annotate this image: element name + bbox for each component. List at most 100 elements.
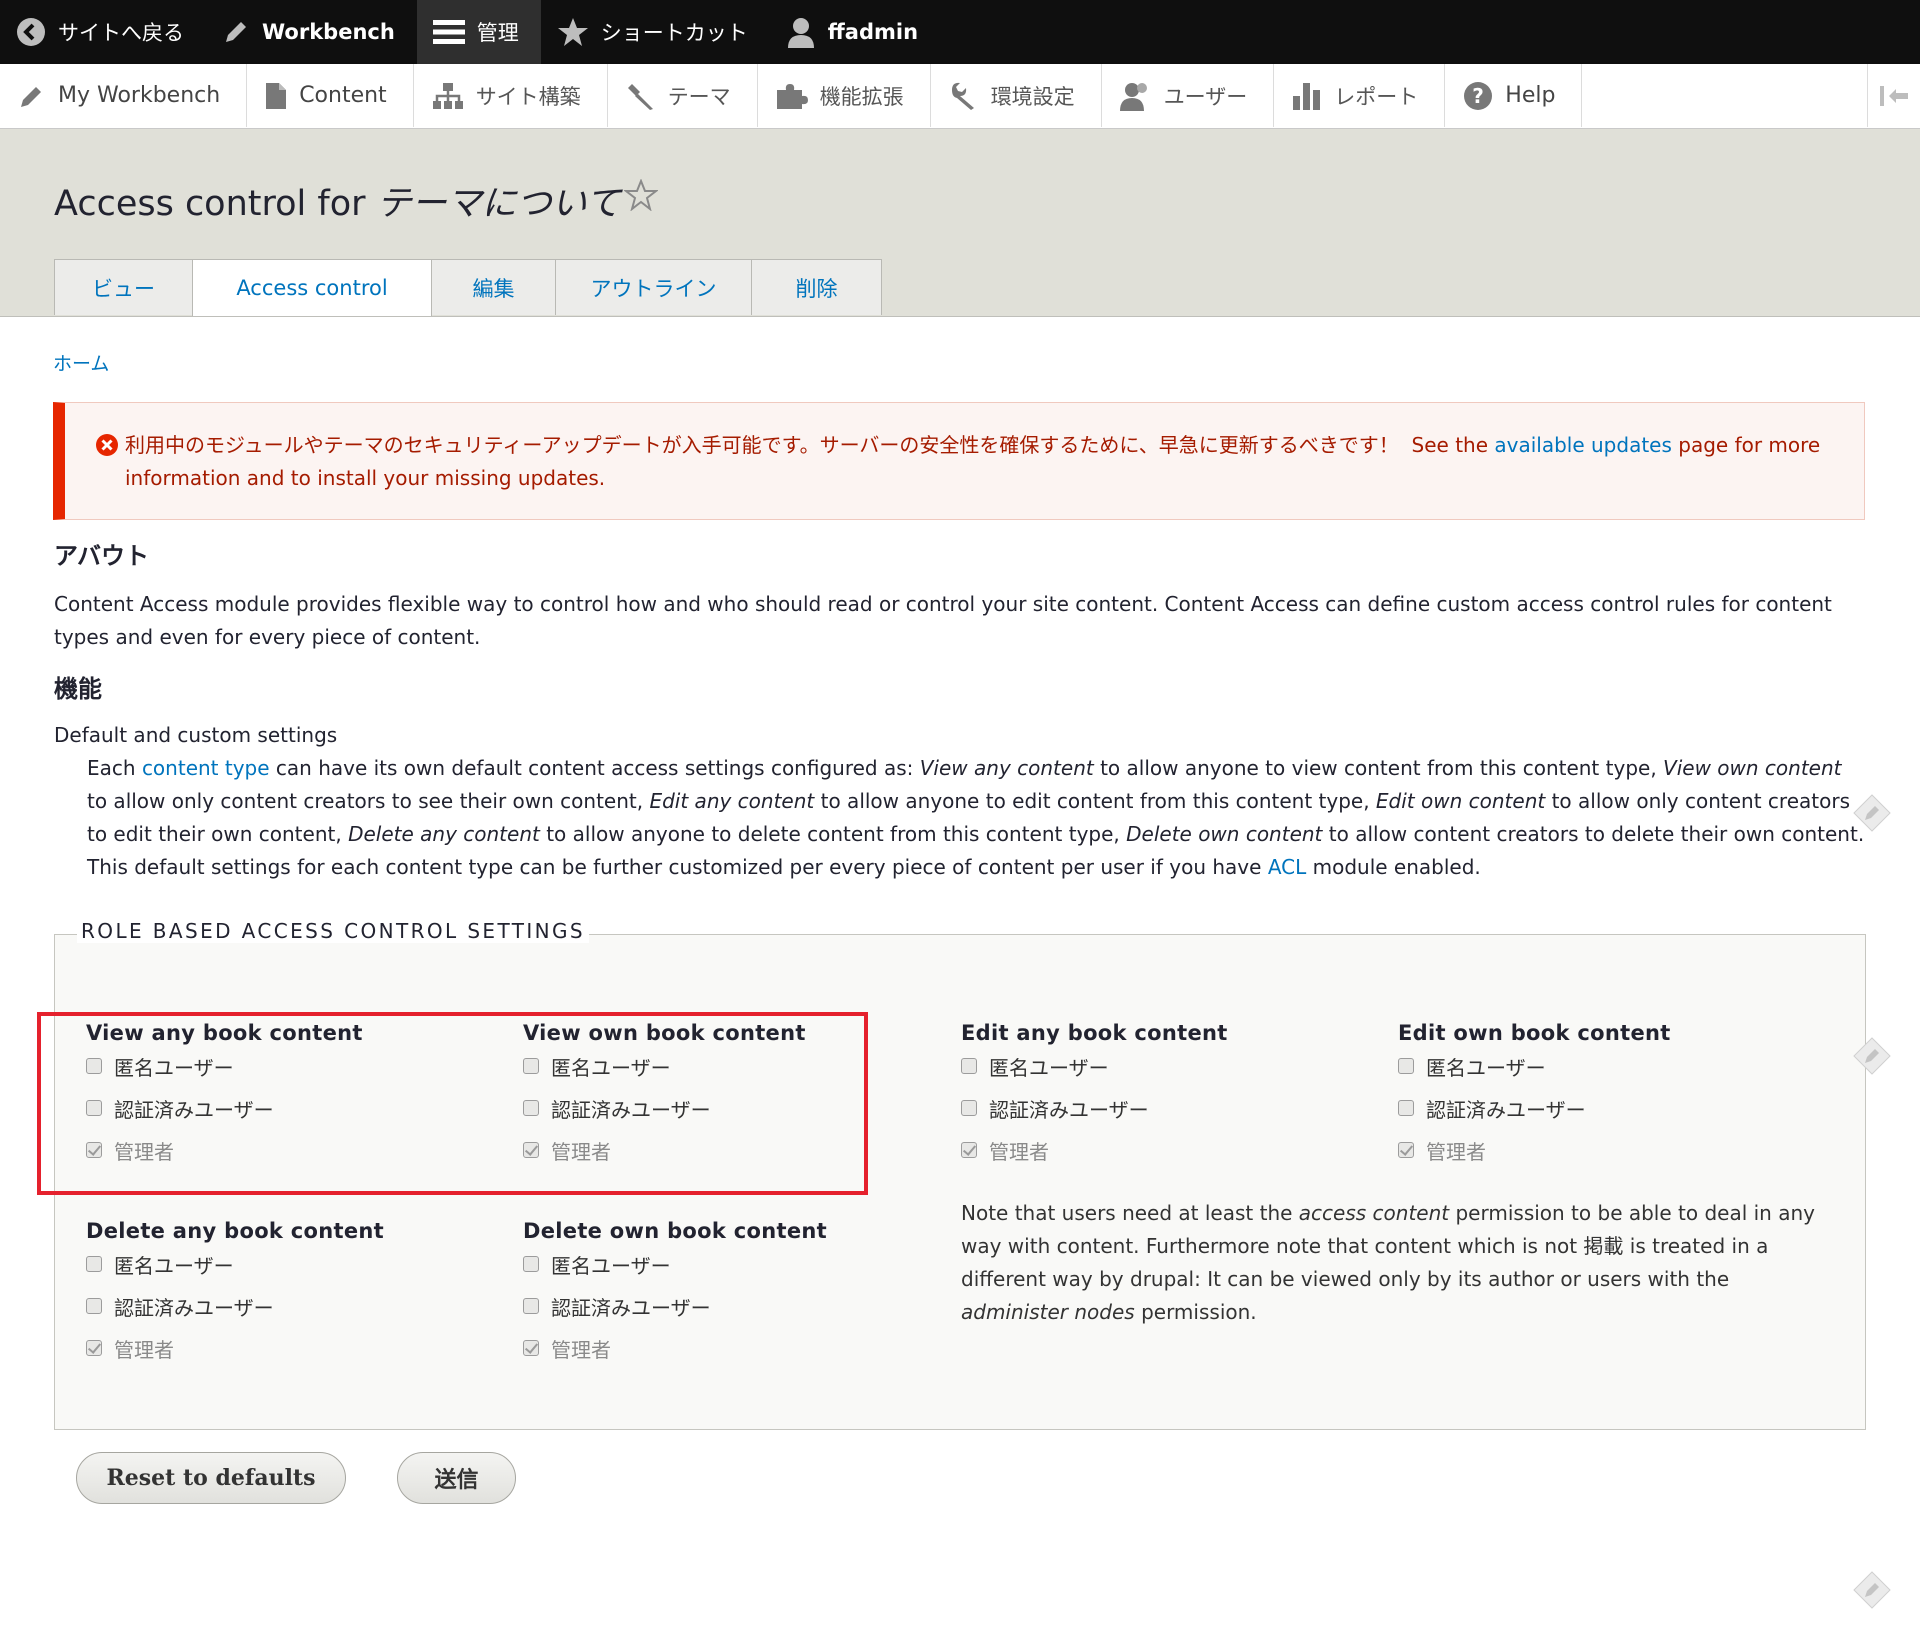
checkbox[interactable] bbox=[86, 1256, 102, 1272]
tray-item-label: My Workbench bbox=[58, 83, 221, 108]
tab-outline[interactable]: アウトライン bbox=[555, 259, 752, 315]
group-delete-any: Delete any book content 匿名ユーザー 認証済みユーザー … bbox=[86, 1219, 384, 1369]
checkbox-checked-disabled bbox=[523, 1340, 539, 1356]
tray-item-label: ユーザー bbox=[1163, 84, 1248, 109]
star-icon bbox=[557, 18, 588, 46]
content-type-link[interactable]: content type bbox=[142, 756, 270, 780]
tray-item-appearance[interactable]: テーマ bbox=[608, 64, 758, 127]
tray-item-content[interactable]: Content bbox=[247, 64, 414, 127]
toolbar-manage-label: 管理 bbox=[476, 21, 519, 45]
tray-item-help[interactable]: ? Help bbox=[1445, 64, 1583, 127]
checkbox-row[interactable]: 認証済みユーザー bbox=[86, 1285, 384, 1327]
highlight-box bbox=[37, 1012, 868, 1195]
back-to-site-link[interactable]: サイトへ戻る bbox=[0, 0, 206, 64]
tray-item-structure[interactable]: サイト構築 bbox=[414, 64, 608, 127]
checkbox-checked-disabled bbox=[1398, 1142, 1414, 1158]
page-title-node: テーマについて bbox=[376, 184, 621, 224]
toolbar-workbench-label: Workbench bbox=[262, 20, 395, 44]
toolbar-user-label: ffadmin bbox=[827, 20, 919, 44]
collapse-left-icon bbox=[1880, 85, 1908, 106]
pencil-icon bbox=[226, 22, 246, 42]
checkbox-row[interactable]: 匿名ユーザー bbox=[523, 1243, 827, 1285]
tray-orientation-toggle[interactable] bbox=[1867, 64, 1920, 127]
checkbox-row[interactable]: 匿名ユーザー bbox=[1398, 1045, 1671, 1087]
bar-chart-icon bbox=[1293, 82, 1321, 110]
group-title: Delete any book content bbox=[86, 1219, 384, 1243]
submit-button[interactable]: 送信 bbox=[397, 1452, 516, 1504]
fieldset-legend: ROLE BASED ACCESS CONTROL SETTINGS bbox=[77, 919, 590, 943]
page-title: Access control for テーマについて bbox=[54, 175, 621, 226]
group-edit-own: Edit own book content 匿名ユーザー 認証済みユーザー 管理… bbox=[1398, 1021, 1671, 1171]
checkbox-row[interactable]: 認証済みユーザー bbox=[1398, 1087, 1671, 1129]
people-icon bbox=[1119, 82, 1147, 111]
tray-item-label: レポート bbox=[1334, 84, 1419, 109]
checkbox-checked-disabled bbox=[86, 1340, 102, 1356]
tray-item-my-workbench[interactable]: My Workbench bbox=[0, 64, 248, 127]
tray-item-label: 環境設定 bbox=[990, 84, 1075, 109]
page-header: Access control for テーマについて ビュー Access co… bbox=[0, 129, 1920, 317]
error-text-see: See the bbox=[1411, 433, 1489, 457]
primary-tabs: ビュー Access control 編集 アウトライン 削除 bbox=[54, 259, 882, 316]
tab-edit[interactable]: 編集 bbox=[431, 259, 556, 315]
shortcut-star-icon[interactable] bbox=[624, 179, 658, 211]
features-dd: Each content type can have its own defau… bbox=[87, 756, 1865, 879]
checkbox-row[interactable]: 匿名ユーザー bbox=[86, 1243, 384, 1285]
checkbox[interactable] bbox=[1398, 1058, 1414, 1074]
checkbox[interactable] bbox=[86, 1298, 102, 1314]
breadcrumb: ホーム bbox=[53, 349, 109, 376]
tray-item-label: テーマ bbox=[667, 84, 731, 109]
tray-item-reports[interactable]: レポート bbox=[1274, 64, 1446, 127]
pencil-icon bbox=[21, 86, 41, 107]
reset-to-defaults-button[interactable]: Reset to defaults bbox=[76, 1452, 346, 1504]
tray-item-people[interactable]: ユーザー bbox=[1102, 64, 1275, 127]
toolbar-bar: サイトへ戻る Workbench 管理 ショートカット ffadmin bbox=[0, 0, 1920, 64]
tray-item-label: 機能拡張 bbox=[819, 84, 904, 109]
checkbox[interactable] bbox=[1398, 1100, 1414, 1116]
svg-text:?: ? bbox=[1472, 84, 1484, 108]
contextual-edit-icon[interactable] bbox=[1852, 793, 1892, 833]
available-updates-link[interactable]: available updates bbox=[1494, 433, 1672, 457]
group-title: Edit own book content bbox=[1398, 1021, 1671, 1045]
about-text: Content Access module provides flexible … bbox=[54, 592, 1832, 649]
access-note: Note that users need at least the access… bbox=[961, 1201, 1815, 1324]
acl-link[interactable]: ACL bbox=[1268, 855, 1306, 879]
checkbox[interactable] bbox=[961, 1058, 977, 1074]
contextual-edit-icon[interactable] bbox=[1852, 1570, 1892, 1610]
back-to-site-label: サイトへ戻る bbox=[58, 21, 184, 45]
tray-item-extend[interactable]: 機能拡張 bbox=[758, 64, 931, 127]
tab-view[interactable]: ビュー bbox=[54, 259, 193, 315]
toolbar-manage[interactable]: 管理 bbox=[416, 0, 541, 64]
tray-item-label: サイト構築 bbox=[475, 84, 581, 109]
tab-delete[interactable]: 削除 bbox=[751, 259, 882, 315]
checkbox-row[interactable]: 匿名ユーザー bbox=[961, 1045, 1228, 1087]
tab-access-control[interactable]: Access control bbox=[192, 259, 432, 316]
toolbar-shortcuts[interactable]: ショートカット bbox=[541, 0, 770, 64]
back-arrow-icon bbox=[17, 18, 45, 46]
about-heading: アバウト bbox=[54, 542, 150, 570]
admin-menu-tray: My Workbench Content サイト構築 テーマ 機能拡張 環境設定… bbox=[0, 64, 1920, 129]
checkbox-row[interactable]: 認証済みユーザー bbox=[523, 1285, 827, 1327]
puzzle-icon bbox=[776, 83, 808, 109]
help-icon: ? bbox=[1464, 81, 1493, 110]
breadcrumb-home-link[interactable]: ホーム bbox=[53, 353, 109, 375]
tray-item-label: Help bbox=[1505, 83, 1556, 108]
group-delete-own: Delete own book content 匿名ユーザー 認証済みユーザー … bbox=[523, 1219, 827, 1369]
error-icon bbox=[96, 434, 118, 456]
checkbox[interactable] bbox=[523, 1256, 539, 1272]
page-title-prefix: Access control for bbox=[54, 184, 366, 224]
contextual-edit-icon[interactable] bbox=[1852, 1036, 1892, 1076]
checkbox[interactable] bbox=[961, 1100, 977, 1116]
tray-item-label: Content bbox=[299, 83, 387, 108]
tray-item-configuration[interactable]: 環境設定 bbox=[931, 64, 1102, 127]
checkbox-row[interactable]: 認証済みユーザー bbox=[961, 1087, 1228, 1129]
checkbox-checked-disabled bbox=[961, 1142, 977, 1158]
toolbar-workbench[interactable]: Workbench bbox=[206, 0, 417, 64]
error-text-ja: 利用中のモジュールやテーマのセキュリティーアップデートが入手可能です。サーバーの… bbox=[125, 433, 1399, 457]
user-icon bbox=[787, 18, 814, 48]
group-title: Edit any book content bbox=[961, 1021, 1228, 1045]
group-edit-any: Edit any book content 匿名ユーザー 認証済みユーザー 管理… bbox=[961, 1021, 1228, 1171]
paintbrush-icon bbox=[627, 83, 653, 110]
checkbox-row: 管理者 bbox=[1398, 1129, 1671, 1171]
checkbox[interactable] bbox=[523, 1298, 539, 1314]
toolbar-user[interactable]: ffadmin bbox=[770, 0, 940, 64]
